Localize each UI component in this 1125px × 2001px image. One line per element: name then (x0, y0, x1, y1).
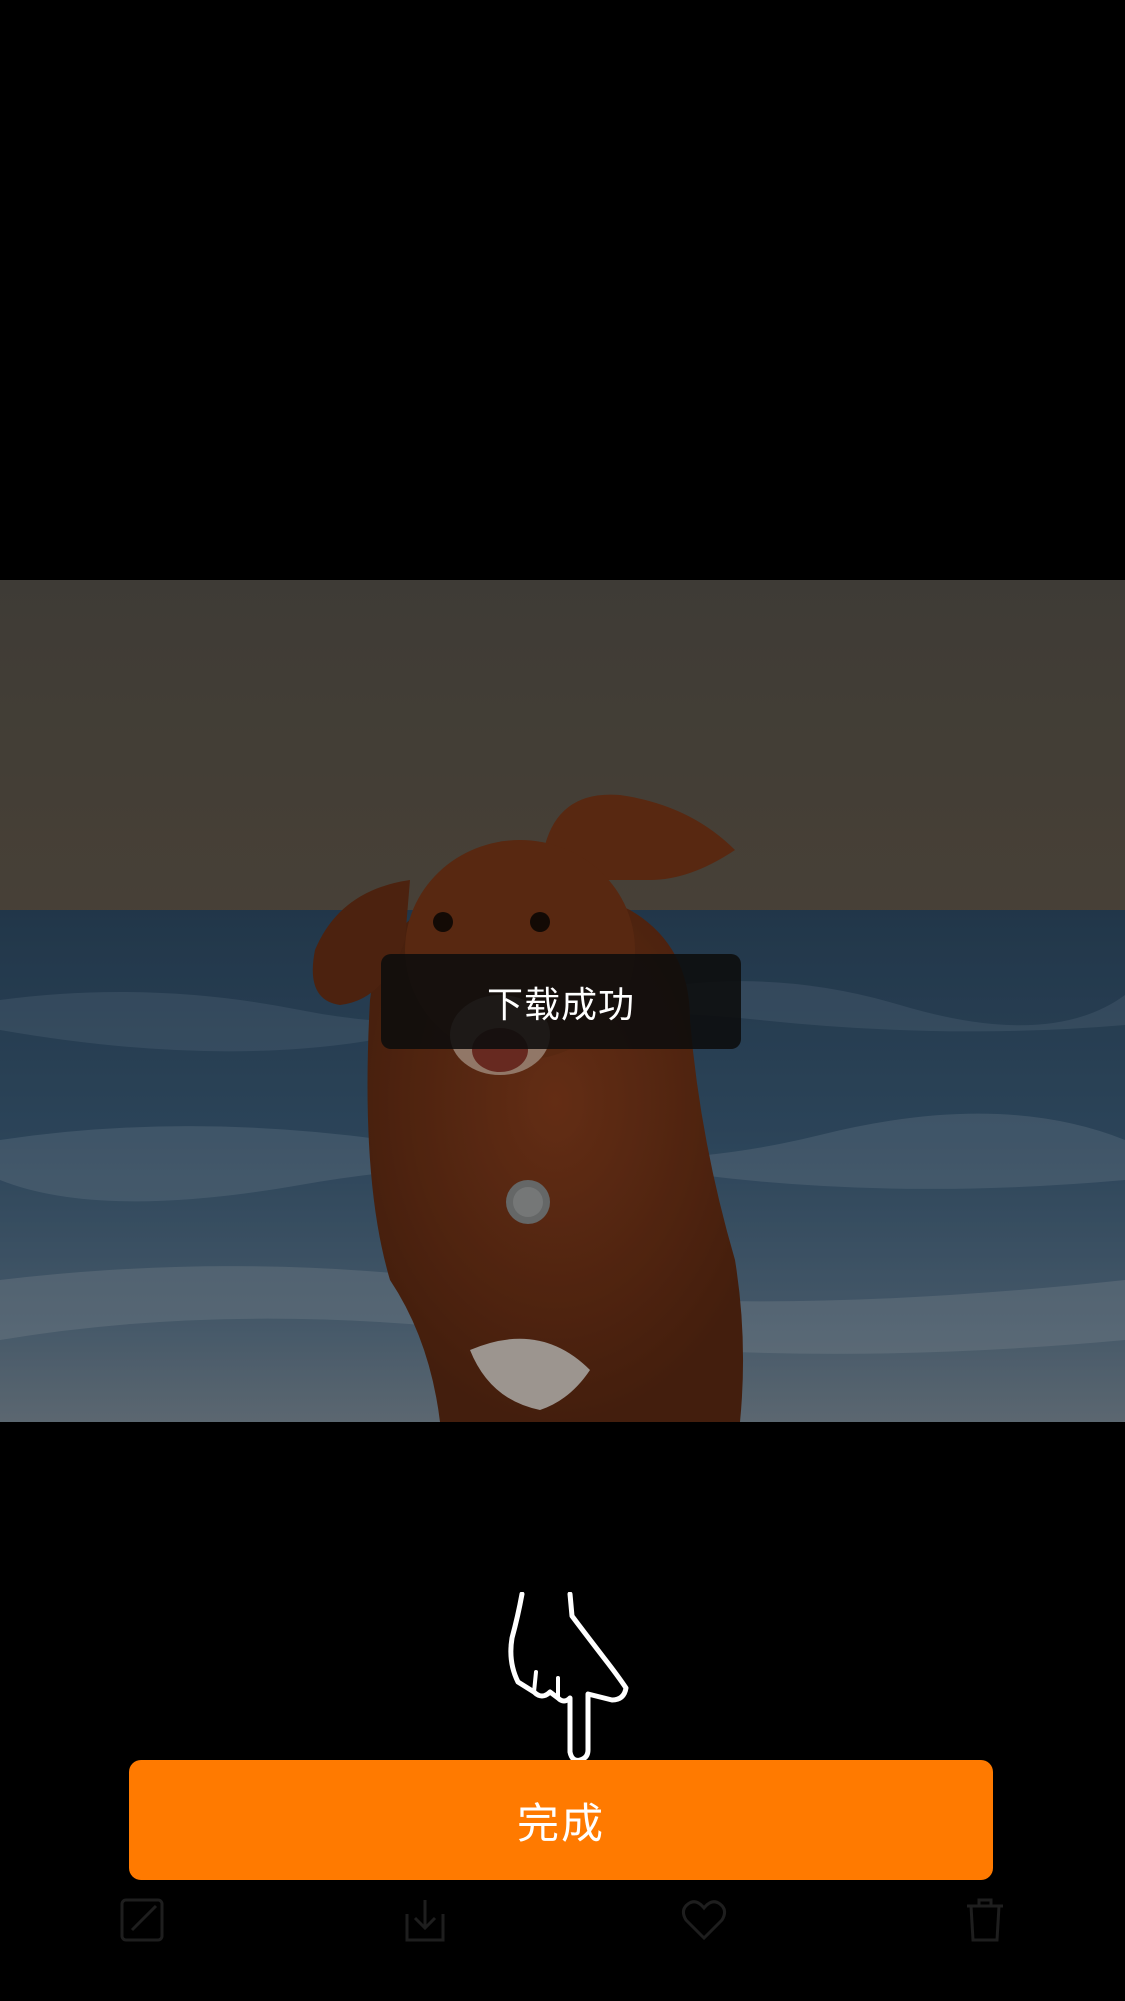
trash-icon[interactable] (955, 1890, 1015, 1950)
download-success-toast: 下载成功 (381, 954, 741, 1049)
download-icon[interactable] (395, 1890, 455, 1950)
bottom-toolbar (0, 1890, 1125, 1960)
pointing-hand-icon (508, 1592, 629, 1762)
photo-viewer-screen: 下载成功 完成 (0, 0, 1125, 2001)
edit-icon[interactable] (112, 1890, 172, 1950)
heart-icon[interactable] (674, 1890, 734, 1950)
done-button-label: 完成 (516, 1798, 605, 1848)
done-button[interactable]: 完成 (129, 1760, 993, 1880)
toast-text: 下载成功 (486, 984, 635, 1026)
